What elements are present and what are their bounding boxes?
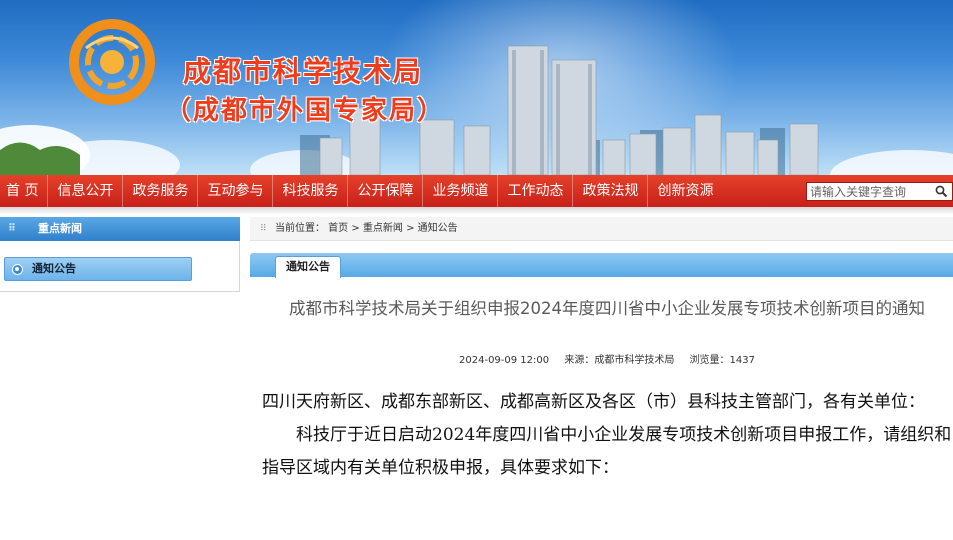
sidebar-item-notices[interactable]: 通知公告 <box>4 257 192 281</box>
nav-item-gov-services[interactable]: 政务服务 <box>123 175 199 207</box>
sidebar-heading: ⠿ 重点新闻 <box>0 217 240 241</box>
nav-item-disclosure-guarantee[interactable]: 公开保障 <box>348 175 424 207</box>
breadcrumb-text: 当前位置： 首页 > 重点新闻 > 通知公告 <box>275 223 458 234</box>
tab-bar: 通知公告 <box>250 253 953 278</box>
site-subtitle: （成都市外国专家局） <box>165 96 446 126</box>
sidebar-heading-label: 重点新闻 <box>38 222 82 235</box>
search-icon[interactable] <box>931 183 951 200</box>
article-title: 成都市科学技术局关于组织申报2024年度四川省中小企业发展专项技术创新项目的通知 <box>289 299 925 318</box>
nav-item-policies[interactable]: 政策法规 <box>573 175 649 207</box>
search-box <box>806 182 953 201</box>
sidebar-item-label: 通知公告 <box>32 262 76 275</box>
site-title: 成都市科学技术局 <box>183 55 424 88</box>
article-date: 2024-09-09 12:00 <box>459 355 550 366</box>
article-paragraph: 科技厅于近日启动2024年度四川省中小企业发展专项技术创新项目申报工作，请组织和… <box>262 425 952 478</box>
nav-item-business-channel[interactable]: 业务频道 <box>423 175 499 207</box>
article-paragraph: 四川天府新区、成都东部新区、成都高新区及各区（市）县科技主管部门，各有关单位： <box>262 392 925 412</box>
nav-item-participation[interactable]: 互动参与 <box>198 175 274 207</box>
article-meta: 2024-09-09 12:00 来源：成都市科学技术局 浏览量：1437 <box>262 351 952 366</box>
grip-icon: ⠿ <box>8 223 16 234</box>
search-input[interactable] <box>807 183 931 200</box>
breadcrumb: ⠿ 当前位置： 首页 > 重点新闻 > 通知公告 <box>250 217 953 241</box>
article-source: 来源：成都市科学技术局 <box>564 355 675 366</box>
nav-item-tech-services[interactable]: 科技服务 <box>273 175 349 207</box>
sun-bird-logo <box>69 19 155 105</box>
nav-item-innovation-resources[interactable]: 创新资源 <box>648 175 722 207</box>
article-views: 浏览量：1437 <box>689 355 755 366</box>
nav-item-home[interactable]: 首 页 <box>0 175 49 207</box>
header-banner: 成都市科学技术局 （成都市外国专家局） <box>0 0 953 175</box>
radio-dot-icon <box>12 264 23 275</box>
article-body: 四川天府新区、成都东部新区、成都高新区及各区（市）县科技主管部门，各有关单位： … <box>262 386 952 485</box>
nav-item-work-news[interactable]: 工作动态 <box>498 175 574 207</box>
tab-notices[interactable]: 通知公告 <box>275 256 341 278</box>
nav-shadow <box>0 207 953 215</box>
nav-item-info-disclosure[interactable]: 信息公开 <box>48 175 124 207</box>
sidebar: ⠿ 重点新闻 通知公告 <box>0 217 240 292</box>
grip-icon: ⠿ <box>260 224 267 234</box>
